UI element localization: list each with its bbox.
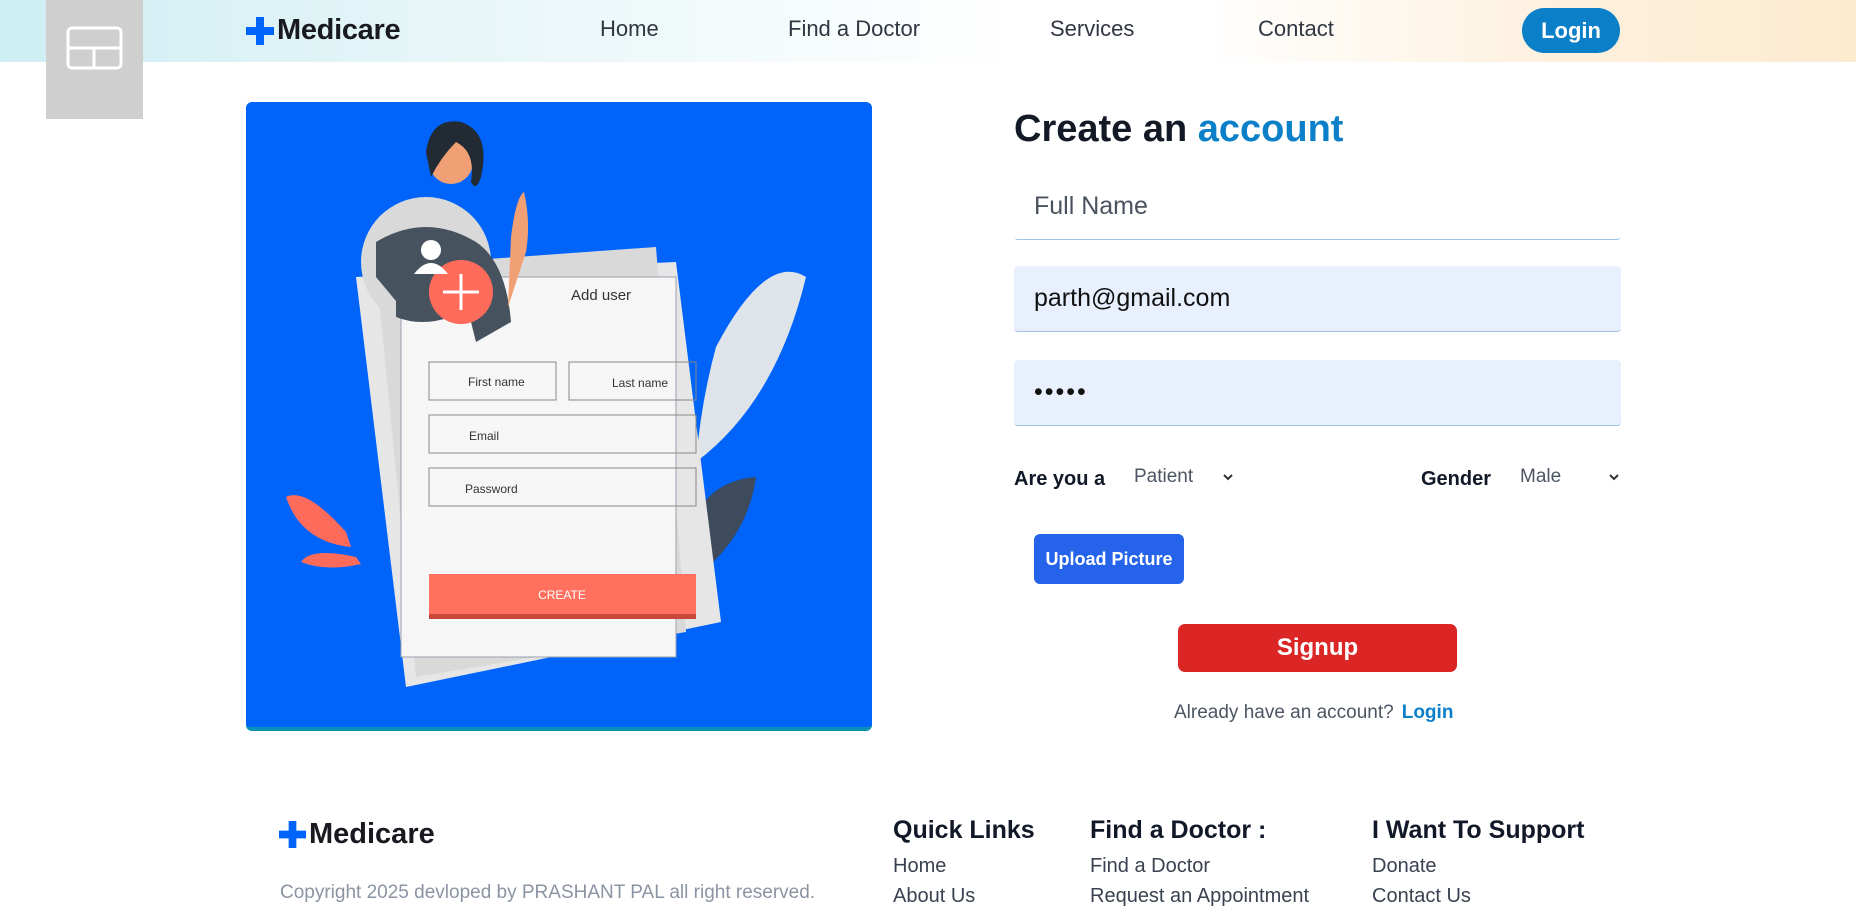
footer-find-doctor: Find a Doctor : Find a Doctor Request an… [1090,816,1309,911]
signup-illustration: Add user First name Last name Email Pass… [246,102,872,731]
create-mock-shadow [429,614,696,619]
upload-picture-button[interactable]: Upload Picture [1034,534,1184,584]
login-prompt-text: Already have an account? [1174,702,1394,723]
leaf-light [696,271,806,462]
footer-link-donate[interactable]: Donate [1372,851,1584,881]
layout-toggle-button[interactable] [46,0,143,119]
footer-link-contact-us[interactable]: Contact Us [1372,881,1584,911]
role-selected-value: Patient [1134,466,1194,487]
leaf-coral-2 [301,553,361,568]
title-prefix: Create an [1014,108,1188,150]
medical-cross-icon [279,821,306,848]
gender-label: Gender [1421,468,1492,490]
nav-find-a-doctor[interactable]: Find a Doctor [788,16,920,42]
login-prompt: Already have an account? Login [1174,702,1453,724]
signup-button[interactable]: Signup [1178,624,1457,672]
login-button[interactable]: Login [1522,8,1620,53]
role-select[interactable]: Patient [1134,466,1234,488]
layout-icon [66,26,123,70]
add-user-illustration: Add user First name Last name Email Pass… [286,121,806,687]
email-mock-label: Email [469,429,499,443]
footer-link-request-appointment[interactable]: Request an Appointment [1090,881,1309,911]
footer-column-title: Find a Doctor : [1090,816,1267,844]
chevron-down-icon [1609,474,1619,481]
gender-selected-value: Male [1520,466,1562,487]
create-mock-label: CREATE [538,588,586,602]
chevron-down-icon [1223,474,1233,481]
email-input[interactable] [1014,266,1621,332]
title-accent: account [1197,108,1344,150]
footer-link-about-us[interactable]: About Us [893,881,1035,911]
add-user-label: Add user [571,287,631,304]
role-label: Are you a [1014,468,1106,490]
footer-quick-links: Quick Links Home About Us [893,816,1035,911]
password-mock-label: Password [465,482,518,496]
footer-brand-logo[interactable]: Medicare [279,818,435,851]
user-head-icon [421,240,441,260]
footer-link-find-a-doctor[interactable]: Find a Doctor [1090,851,1309,881]
brand-logo[interactable]: Medicare [246,14,401,47]
footer-column-title: I Want To Support [1372,816,1585,844]
nav-contact[interactable]: Contact [1258,16,1334,42]
footer-column-title: Quick Links [893,816,1035,844]
footer-link-home[interactable]: Home [893,851,1035,881]
password-input[interactable] [1014,360,1621,426]
brand-name: Medicare [277,14,401,46]
medical-cross-icon [246,16,274,45]
footer-support: I Want To Support Donate Contact Us [1372,816,1584,911]
nav-services[interactable]: Services [1050,16,1134,42]
nav-home[interactable]: Home [600,16,659,42]
footer-brand-name: Medicare [309,818,435,850]
leaf-coral [286,495,351,547]
last-name-mock-label: Last name [612,376,668,390]
login-link[interactable]: Login [1402,702,1454,723]
full-name-input[interactable] [1014,174,1621,240]
gender-select[interactable]: Male [1520,466,1620,488]
copyright-text: Copyright 2025 devloped by PRASHANT PAL … [280,882,816,903]
page-title: Create an account [1014,108,1343,151]
first-name-mock-label: First name [468,375,525,389]
top-navbar: Medicare Home Find a Doctor Services Con… [0,0,1856,119]
